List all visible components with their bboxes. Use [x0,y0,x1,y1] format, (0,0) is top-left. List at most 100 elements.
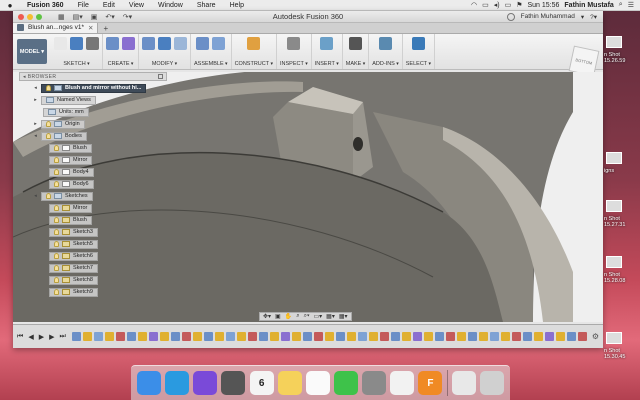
modify-tool-icon[interactable] [174,37,187,50]
browser-units[interactable]: Units: mm [43,107,89,117]
airplay-icon[interactable]: ▭ [482,1,489,9]
ribbon-group-label[interactable]: INSERT ▾ [315,61,339,67]
browser-sketch-sketch6[interactable]: Sketch6 [49,251,98,261]
job-status-icon[interactable] [506,12,515,21]
timeline-feature[interactable] [159,332,169,341]
timeline-feature[interactable] [555,332,565,341]
timeline-feature[interactable] [511,332,521,341]
visibility-bulb-icon[interactable] [54,145,59,151]
browser-node-chip[interactable]: Blush [49,143,92,153]
display-settings-icon[interactable]: ▭▾ [313,313,322,320]
menu-file[interactable]: File [71,2,96,9]
collapse-icon[interactable]: ◂ [33,133,38,139]
reminders-icon[interactable] [305,371,330,395]
tab-document[interactable]: Blush an...nges v1* ✕ [13,22,99,33]
messages-icon[interactable] [334,371,359,395]
ribbon-group-add-ins[interactable]: ADD-INS ▾ [369,34,403,69]
volume-icon[interactable]: ◂) [494,1,500,9]
undo-icon[interactable]: ↶▾ [105,13,114,21]
timeline-feature[interactable] [489,332,499,341]
timeline-feature[interactable] [313,332,323,341]
zoom-icon[interactable]: ⌕ [296,313,299,320]
construct-tool-icon[interactable] [247,37,261,50]
browser-node-chip[interactable]: Blush and mirror without hi... [41,83,147,93]
timeline-feature[interactable] [434,332,444,341]
ribbon-group-label[interactable]: SKETCH ▾ [63,61,89,67]
menu-view[interactable]: View [122,2,151,9]
browser-node-chip[interactable]: Origin [41,119,85,129]
launchpad-icon[interactable] [221,371,246,395]
timeline-feature[interactable] [401,332,411,341]
inspect-tool-icon[interactable] [287,37,301,50]
collapse-icon[interactable]: ◂ [33,193,38,199]
browser-header[interactable]: ◂ BROWSER [19,72,167,81]
menu-help[interactable]: Help [223,2,251,9]
expand-icon[interactable]: ▸ [33,121,38,127]
browser-node-chip[interactable]: Sketch5 [49,239,98,249]
timeline-feature[interactable] [566,332,576,341]
create-tool-icon[interactable] [106,37,119,50]
help-icon[interactable]: ?▾ [590,13,597,21]
menu-window[interactable]: Window [151,2,190,9]
browser-node-chip[interactable]: Sketch7 [49,263,98,273]
browser-sketch-sketch3[interactable]: Sketch3 [49,227,98,237]
desktop-file-thumbnail[interactable] [606,152,622,164]
ribbon-group-label[interactable]: SELECT ▾ [406,61,431,67]
browser-origin[interactable]: ▸ Origin [33,119,85,129]
siri-icon[interactable] [193,371,218,395]
ribbon-group-select[interactable]: SELECT ▾ [403,34,436,69]
visibility-bulb-icon[interactable] [54,277,59,283]
ribbon-group-label[interactable]: ADD-INS ▾ [372,61,399,67]
ribbon-group-create[interactable]: CREATE ▾ [103,34,139,69]
browser-node-chip[interactable]: Mirror [49,155,93,165]
close-window-button[interactable] [18,13,24,20]
preferences-icon[interactable] [362,371,387,395]
timeline-feature[interactable] [93,332,103,341]
timeline-feature[interactable] [104,332,114,341]
redo-icon[interactable]: ↷▾ [123,13,132,21]
modify-tool-icon[interactable] [158,37,171,50]
ribbon-group-inspect[interactable]: INSPECT ▾ [277,34,312,69]
finder-icon[interactable] [137,371,162,395]
new-tab-icon[interactable]: + [98,24,113,33]
timeline-feature[interactable] [115,332,125,341]
timeline-feature[interactable] [500,332,510,341]
wifi-icon[interactable]: ◠ [471,1,477,9]
desktop-file-thumbnail[interactable] [606,332,622,344]
browser-node-chip[interactable]: Body4 [49,167,94,177]
ribbon-group-insert[interactable]: INSERT ▾ [312,34,343,69]
save-icon[interactable]: ▣ [91,13,98,21]
browser-named-views[interactable]: ▸ Named Views [33,95,96,105]
menu-share[interactable]: Share [190,2,223,9]
step-forward-icon[interactable]: ▶ [49,333,54,341]
go-to-end-icon[interactable]: ⏭ [59,333,65,341]
visibility-bulb-icon[interactable] [54,181,59,187]
browser-node-chip[interactable]: Units: mm [43,107,89,117]
visibility-bulb-icon[interactable] [46,133,51,139]
timeline-feature[interactable] [533,332,543,341]
visibility-bulb-icon[interactable] [54,169,59,175]
timeline-feature[interactable] [214,332,224,341]
browser-node-chip[interactable]: Sketch9 [49,287,98,297]
timeline-feature[interactable] [445,332,455,341]
browser-body-blush[interactable]: Blush [49,143,92,153]
close-tab-icon[interactable]: ✕ [88,24,93,32]
ribbon-group-modify[interactable]: MODIFY ▾ [139,34,191,69]
sketch-tool-icon[interactable] [54,37,67,50]
desktop-file-label[interactable]: n Shot 15.28.08 [604,272,640,284]
browser-node-chip[interactable]: Named Views [41,95,96,105]
desktop-file-label[interactable]: n Shot 15.27.31 [604,216,640,228]
timeline-feature[interactable] [148,332,158,341]
timeline-feature[interactable] [368,332,378,341]
timeline-feature[interactable] [467,332,477,341]
timeline-feature[interactable] [390,332,400,341]
insert-tool-icon[interactable] [320,37,334,50]
pan-icon[interactable]: ✋ [285,313,292,320]
timeline-feature[interactable] [247,332,257,341]
minimize-window-button[interactable] [27,13,33,20]
browser-node-chip[interactable]: Sketches [41,191,93,201]
notes-icon[interactable] [277,371,302,395]
photo-icon[interactable] [451,371,476,395]
ribbon-group-label[interactable]: CREATE ▾ [108,61,134,67]
timeline-feature[interactable] [192,332,202,341]
